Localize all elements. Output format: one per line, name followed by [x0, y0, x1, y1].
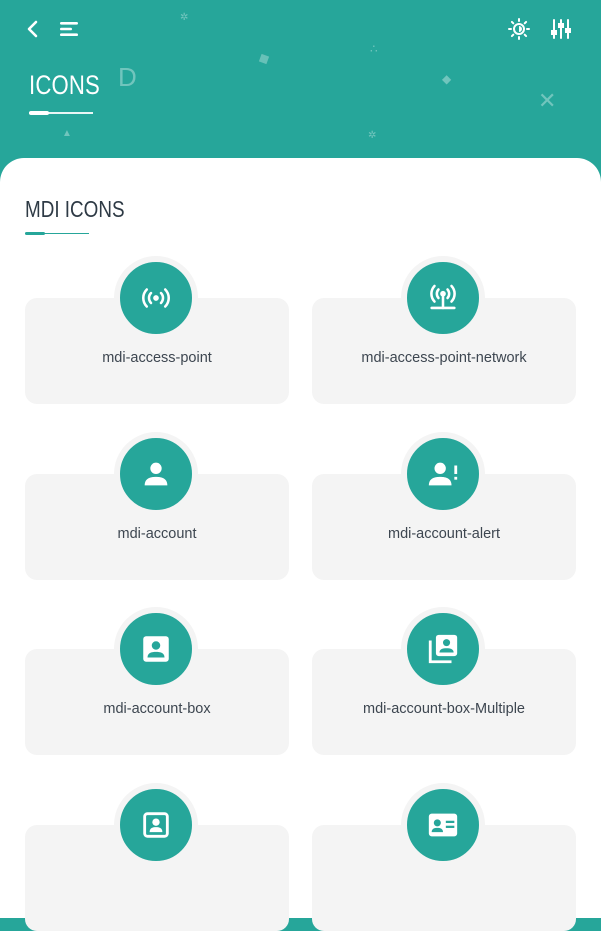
account-box-multiple-icon — [401, 607, 485, 691]
d-shape-decoration-icon: D — [118, 62, 137, 92]
theme-icon[interactable] — [506, 16, 532, 42]
access-point-icon — [114, 256, 198, 340]
icon-tile-label: mdi-account-box — [103, 701, 211, 717]
account-box-outline-icon — [114, 783, 198, 867]
icon-tile-label: mdi-access-point — [102, 350, 212, 366]
diamond-decoration-icon: ◆ — [442, 72, 452, 86]
back-icon[interactable] — [20, 16, 46, 42]
title-underline — [29, 111, 93, 115]
menu-icon[interactable] — [56, 16, 82, 42]
settings-icon[interactable] — [548, 16, 574, 42]
section-title: MDI ICONS — [25, 196, 125, 222]
icon-tile-label: mdi-access-point-network — [361, 350, 527, 366]
account-icon — [114, 432, 198, 516]
dots-decoration-icon: ∴ — [370, 42, 378, 56]
account-card-details-icon — [401, 783, 485, 867]
icon-tile-label: mdi-account — [117, 526, 197, 542]
app-header: ✲ D ∴ ◆ ✕ ▲ ✲ ICONS — [0, 0, 601, 175]
access-point-network-icon — [401, 256, 485, 340]
account-box-icon — [114, 607, 198, 691]
sparkle2-decoration-icon: ✲ — [368, 130, 377, 141]
account-alert-icon — [401, 432, 485, 516]
icon-tile-label: mdi-account-box-Multiple — [363, 701, 525, 717]
triangle-decoration-icon: ▲ — [62, 128, 72, 139]
square-decoration-icon — [258, 53, 270, 65]
page-title: ICONS — [29, 70, 100, 100]
section-underline — [25, 232, 89, 235]
cross-decoration-icon: ✕ — [538, 88, 557, 113]
icon-tile-label: mdi-account-alert — [387, 526, 500, 542]
sparkle-decoration-icon: ✲ — [180, 12, 189, 23]
